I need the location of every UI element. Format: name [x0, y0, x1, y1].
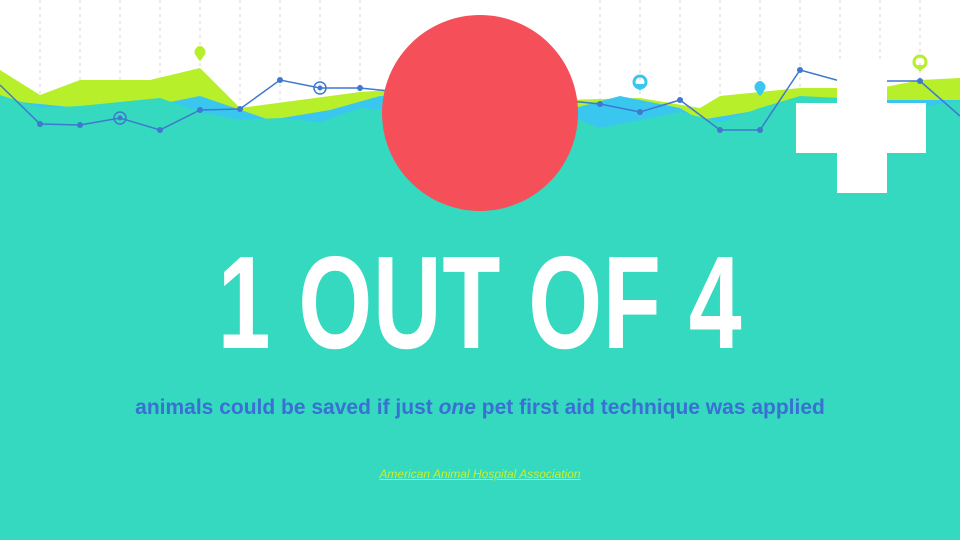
- medical-cross-icon: [796, 103, 926, 153]
- subtitle-emphasis: one: [438, 396, 476, 419]
- subtitle-text: pet first aid technique was applied: [475, 396, 825, 419]
- medical-badge: [382, 15, 926, 211]
- headline-statistic: 1 OUT OF 4: [217, 229, 743, 376]
- subtitle-text: animals could be saved if just: [135, 396, 439, 419]
- slide: 1 OUT OF 4 animals could be saved if jus…: [0, 0, 960, 540]
- source-link[interactable]: American Animal Hospital Association: [0, 466, 960, 482]
- map-pin-icon: [194, 46, 206, 61]
- subtitle: animals could be saved if just one pet f…: [0, 394, 960, 422]
